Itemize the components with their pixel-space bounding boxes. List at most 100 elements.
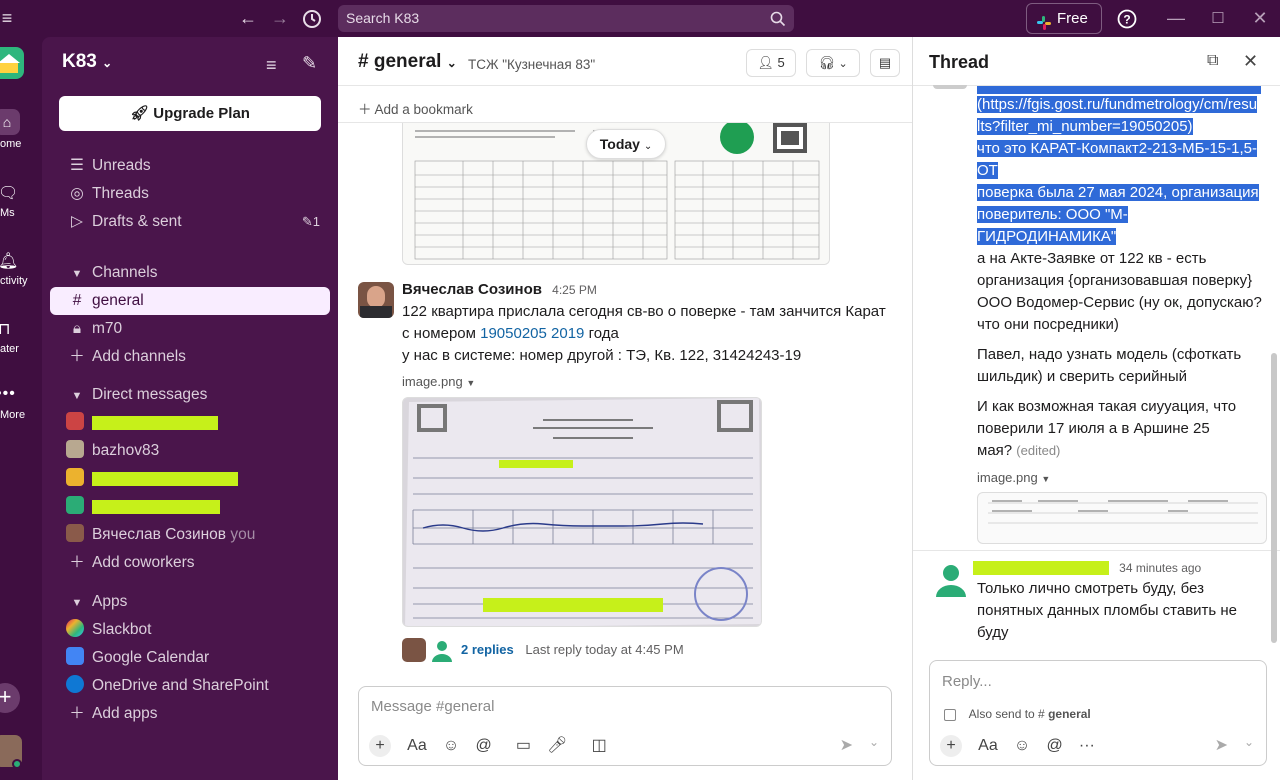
serial-link[interactable]: 19050205 2019 <box>480 325 584 342</box>
apps-section-header[interactable]: ▼ Apps <box>50 588 330 616</box>
format-text-icon[interactable]: Aa <box>407 737 427 755</box>
add-channels-button[interactable]: ＋ Add channels <box>50 343 330 371</box>
dm-item[interactable] <box>50 465 330 493</box>
message-input[interactable]: Message #general <box>371 698 494 715</box>
dm-item[interactable] <box>50 493 330 521</box>
composer-toolbar: + Aa ☺ @ ▭ 🎤︎ ◫ <box>369 735 619 757</box>
dm-section-header[interactable]: ▼ Direct messages <box>50 381 330 409</box>
thread-image-attachment[interactable] <box>977 492 1267 544</box>
workspace-name[interactable]: K83 ⌄ <box>62 51 112 73</box>
send-icon[interactable]: ➤ <box>1215 735 1228 755</box>
microphone-icon[interactable]: 🎤︎ <box>547 735 567 755</box>
plus-icon[interactable]: + <box>940 735 962 757</box>
rail-dms[interactable]: 🗨 Ms <box>0 183 42 219</box>
mention-icon[interactable]: @ <box>1046 737 1062 755</box>
also-send-label: Also send to <box>968 707 1035 721</box>
forward-arrow-icon[interactable]: → <box>268 0 292 37</box>
add-bookmark-button[interactable]: ＋ Add a bookmark <box>358 98 473 118</box>
plus-icon: ＋ <box>69 705 85 722</box>
send-icon: ▷ <box>71 213 83 230</box>
message-author[interactable]: Вячеслав Созинов <box>402 281 542 298</box>
plus-icon[interactable]: + <box>369 735 391 757</box>
plus-icon: ＋ <box>358 102 372 117</box>
replies-link[interactable]: 2 replies <box>461 642 514 657</box>
history-icon[interactable] <box>300 0 324 37</box>
format-text-icon[interactable]: Aa <box>978 737 998 755</box>
sidebar-item-drafts[interactable]: ▷ Drafts & sent ✎1 <box>50 208 330 236</box>
last-reply-text: Last reply today at 4:45 PM <box>525 642 684 657</box>
free-label: Free <box>1057 10 1088 27</box>
sidebar-item-unreads[interactable]: ☰ Unreads <box>50 152 330 180</box>
dm-item-self[interactable]: Вячеслав Созинов you <box>50 521 330 549</box>
dm-item[interactable] <box>50 409 330 437</box>
sidebar-item-general[interactable]: # general <box>50 287 330 315</box>
channel-title[interactable]: # general ⌄ <box>358 51 457 73</box>
act-image-attachment[interactable] <box>402 397 762 627</box>
message-author-avatar[interactable] <box>358 282 394 318</box>
avatar <box>66 523 84 542</box>
maximize-icon[interactable]: ☐ <box>1206 0 1230 37</box>
reply-time[interactable]: 34 minutes ago <box>1119 561 1201 575</box>
attachment-label[interactable]: image.png ▼ <box>402 374 475 389</box>
slack-logo-icon <box>1037 11 1051 40</box>
popout-icon[interactable]: ⧉ <box>1207 52 1218 70</box>
add-workspace-button[interactable]: + <box>0 683 20 713</box>
huddle-button[interactable]: 🎧︎ ⌄ <box>806 49 860 77</box>
chevron-down-icon[interactable]: ⌄ <box>1244 735 1254 749</box>
chevron-down-icon[interactable]: ⌄ <box>869 735 879 749</box>
emoji-icon[interactable]: ☺ <box>443 737 459 755</box>
help-icon[interactable]: ? <box>1115 0 1139 37</box>
rail-more[interactable]: ••• More <box>0 385 42 421</box>
close-icon[interactable]: ✕ <box>1243 51 1258 72</box>
more-dots-icon[interactable]: ··· <box>1079 737 1095 755</box>
message-line: 122 квартира прислала сегодня св-во о по… <box>402 303 886 320</box>
rail-later-label: ater <box>0 343 19 355</box>
sidebar-item-m70[interactable]: 🔒︎ m70 <box>50 315 330 343</box>
user-avatar[interactable] <box>0 735 22 769</box>
sidebar-item-threads[interactable]: ◎ Threads <box>50 180 330 208</box>
app-item-onedrive[interactable]: OneDrive and SharePoint <box>50 672 330 700</box>
minimize-icon[interactable]: — <box>1164 0 1188 37</box>
divider <box>913 550 1280 551</box>
filter-icon[interactable]: ≡ <box>266 55 277 76</box>
menu-icon[interactable]: ≡ <box>0 0 14 37</box>
video-icon[interactable]: ▭ <box>516 735 531 755</box>
rail-activity[interactable]: 🔔︎ ctivity <box>0 251 42 287</box>
reply-input[interactable]: Reply... <box>942 673 992 690</box>
scrollbar[interactable] <box>1271 353 1277 643</box>
workspace-logo[interactable] <box>0 47 24 79</box>
dm-item-bazhov83[interactable]: bazhov83 <box>50 437 330 465</box>
shortcut-slash-icon[interactable]: ◫ <box>592 735 607 755</box>
free-plan-button[interactable]: Free <box>1026 3 1102 34</box>
also-send-row[interactable]: Also send to # general <box>944 707 1091 721</box>
back-arrow-icon[interactable]: ← <box>236 0 260 37</box>
members-button[interactable]: 👤︎ 5 <box>746 49 796 77</box>
emoji-icon[interactable]: ☺ <box>1014 737 1030 755</box>
reply-author-avatar[interactable] <box>933 561 969 597</box>
upgrade-plan-button[interactable]: 🚀︎ Upgrade Plan <box>59 96 321 131</box>
compose-icon[interactable]: ✎ <box>302 53 317 74</box>
thread-line: что они посредники) <box>977 316 1119 333</box>
bookmark-label: Add a bookmark <box>374 102 473 117</box>
thread-summary[interactable]: 2 replies Last reply today at 4:45 PM <box>461 642 684 657</box>
mention-icon[interactable]: @ <box>475 737 491 755</box>
also-send-checkbox[interactable] <box>944 708 956 721</box>
dm-label: Вячеслав Созинов <box>92 526 227 543</box>
channels-section-header[interactable]: ▼ Channels <box>50 259 330 287</box>
add-apps-button[interactable]: ＋ Add apps <box>50 700 330 728</box>
app-item-slackbot[interactable]: Slackbot <box>50 616 330 644</box>
close-window-icon[interactable]: ✕ <box>1248 0 1272 37</box>
canvas-button[interactable]: ▤ <box>870 49 900 77</box>
thread-attachment-label[interactable]: image.png ▼ <box>977 470 1050 485</box>
app-item-google-calendar[interactable]: Google Calendar <box>50 644 330 672</box>
thread-line: что это КАРАТ-Компакт2-213-МБ-15-1,5- <box>977 140 1257 157</box>
today-divider-button[interactable]: Today ⌄ <box>586 129 666 159</box>
rail-later[interactable]: ⊓ ater <box>0 319 42 355</box>
send-icon[interactable]: ➤ <box>840 735 853 755</box>
rail-home[interactable]: ⌂ ome <box>0 109 42 150</box>
message-composer: Message #general + Aa ☺ @ ▭ 🎤︎ ◫ ➤ ⌄ <box>358 686 892 766</box>
add-coworkers-button[interactable]: ＋ Add coworkers <box>50 549 330 577</box>
rocket-icon: 🚀︎ <box>130 105 150 122</box>
message-time[interactable]: 4:25 PM <box>552 283 597 297</box>
search-input[interactable]: Search K83 <box>338 5 794 32</box>
